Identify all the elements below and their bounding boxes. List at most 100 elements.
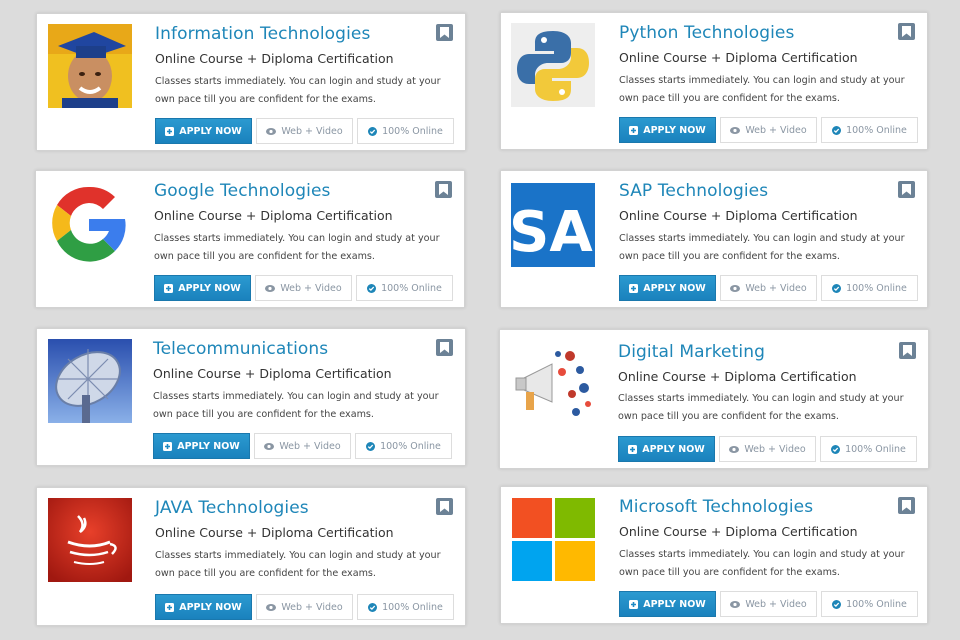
online-button[interactable]: 100% Online [357, 594, 454, 620]
course-subtitle: Online Course + Diploma Certification [619, 50, 858, 65]
eye-icon [265, 284, 276, 292]
apply-now-button[interactable]: APPLY NOW [153, 433, 250, 459]
graduate-photo [48, 24, 132, 108]
web-video-label: Web + Video [281, 125, 343, 137]
plus-square-icon [628, 444, 638, 454]
web-video-label: Web + Video [745, 282, 807, 294]
course-title[interactable]: JAVA Technologies [155, 498, 309, 518]
course-card[interactable]: SA SAP Technologies Online Course + Dipl… [500, 170, 928, 308]
bookmark-icon[interactable] [435, 181, 452, 198]
course-card[interactable]: Google Technologies Online Course + Dipl… [35, 170, 465, 308]
online-label: 100% Online [846, 282, 907, 294]
check-circle-icon [832, 283, 842, 293]
course-card[interactable]: Telecommunications Online Course + Diplo… [36, 328, 466, 466]
online-label: 100% Online [846, 598, 907, 610]
eye-icon [266, 127, 277, 135]
plus-square-icon [164, 283, 174, 293]
bookmark-icon[interactable] [436, 339, 453, 356]
course-title[interactable]: Google Technologies [154, 181, 330, 201]
web-video-button[interactable]: Web + Video [255, 275, 352, 301]
course-description: Classes starts immediately. You can logi… [619, 549, 905, 578]
check-circle-icon [832, 599, 842, 609]
course-subtitle: Online Course + Diploma Certification [153, 366, 392, 381]
bookmark-icon[interactable] [898, 23, 915, 40]
apply-now-button[interactable]: APPLY NOW [155, 594, 252, 620]
apply-now-label: APPLY NOW [177, 440, 240, 452]
web-video-button[interactable]: Web + Video [256, 118, 353, 144]
apply-now-button[interactable]: APPLY NOW [619, 117, 716, 143]
apply-now-button[interactable]: APPLY NOW [155, 118, 252, 144]
online-label: 100% Online [380, 440, 441, 452]
web-video-label: Web + Video [279, 440, 341, 452]
online-button[interactable]: 100% Online [820, 436, 917, 462]
plus-square-icon [629, 599, 639, 609]
bookmark-icon[interactable] [899, 342, 916, 359]
apply-now-button[interactable]: APPLY NOW [619, 275, 716, 301]
course-card[interactable]: JAVA Technologies Online Course + Diplom… [36, 487, 466, 626]
course-description: Classes starts immediately. You can logi… [619, 75, 905, 104]
web-video-button[interactable]: Web + Video [720, 591, 817, 617]
course-title[interactable]: SAP Technologies [619, 181, 768, 201]
course-description: Classes starts immediately. You can logi… [619, 233, 905, 262]
course-title[interactable]: Information Technologies [155, 24, 370, 44]
bookmark-icon[interactable] [898, 181, 915, 198]
web-video-button[interactable]: Web + Video [254, 433, 351, 459]
online-label: 100% Online [846, 124, 907, 136]
apply-now-label: APPLY NOW [179, 601, 242, 613]
online-label: 100% Online [381, 282, 442, 294]
web-video-label: Web + Video [745, 598, 807, 610]
course-subtitle: Online Course + Diploma Certification [618, 369, 857, 384]
web-video-button[interactable]: Web + Video [256, 594, 353, 620]
online-button[interactable]: 100% Online [821, 117, 918, 143]
course-description: Classes starts immediately. You can logi… [154, 233, 440, 262]
online-button[interactable]: 100% Online [821, 591, 918, 617]
course-subtitle: Online Course + Diploma Certification [619, 524, 858, 539]
java-logo [48, 498, 132, 582]
google-logo [47, 181, 131, 265]
course-subtitle: Online Course + Diploma Certification [154, 208, 393, 223]
course-card[interactable]: Information Technologies Online Course +… [36, 13, 466, 151]
course-card[interactable]: Microsoft Technologies Online Course + D… [500, 486, 928, 624]
eye-icon [730, 600, 741, 608]
check-circle-icon [366, 441, 376, 451]
plus-square-icon [165, 126, 175, 136]
apply-now-button[interactable]: APPLY NOW [154, 275, 251, 301]
web-video-label: Web + Video [281, 601, 343, 613]
apply-now-label: APPLY NOW [178, 282, 241, 294]
eye-icon [729, 445, 740, 453]
microsoft-logo [511, 497, 595, 581]
bookmark-icon[interactable] [436, 498, 453, 515]
online-button[interactable]: 100% Online [356, 275, 453, 301]
course-title[interactable]: Microsoft Technologies [619, 497, 813, 517]
web-video-label: Web + Video [745, 124, 807, 136]
course-title[interactable]: Telecommunications [153, 339, 328, 359]
web-video-label: Web + Video [744, 443, 806, 455]
online-button[interactable]: 100% Online [357, 118, 454, 144]
check-circle-icon [832, 125, 842, 135]
online-button[interactable]: 100% Online [355, 433, 452, 459]
course-description: Classes starts immediately. You can logi… [155, 76, 441, 105]
web-video-button[interactable]: Web + Video [719, 436, 816, 462]
eye-icon [266, 603, 277, 611]
course-title[interactable]: Python Technologies [619, 23, 794, 43]
apply-now-label: APPLY NOW [642, 443, 705, 455]
plus-square-icon [165, 602, 175, 612]
course-title[interactable]: Digital Marketing [618, 342, 765, 362]
apply-now-button[interactable]: APPLY NOW [618, 436, 715, 462]
online-label: 100% Online [382, 125, 443, 137]
course-subtitle: Online Course + Diploma Certification [155, 525, 394, 540]
course-card[interactable]: Python Technologies Online Course + Dipl… [500, 12, 928, 150]
bookmark-icon[interactable] [898, 497, 915, 514]
eye-icon [730, 284, 741, 292]
megaphone-illustration [510, 342, 594, 426]
check-circle-icon [831, 444, 841, 454]
online-label: 100% Online [382, 601, 443, 613]
bookmark-icon[interactable] [436, 24, 453, 41]
python-logo [511, 23, 595, 107]
eye-icon [264, 442, 275, 450]
online-button[interactable]: 100% Online [821, 275, 918, 301]
web-video-button[interactable]: Web + Video [720, 275, 817, 301]
apply-now-button[interactable]: APPLY NOW [619, 591, 716, 617]
course-card[interactable]: Digital Marketing Online Course + Diplom… [499, 329, 929, 469]
web-video-button[interactable]: Web + Video [720, 117, 817, 143]
